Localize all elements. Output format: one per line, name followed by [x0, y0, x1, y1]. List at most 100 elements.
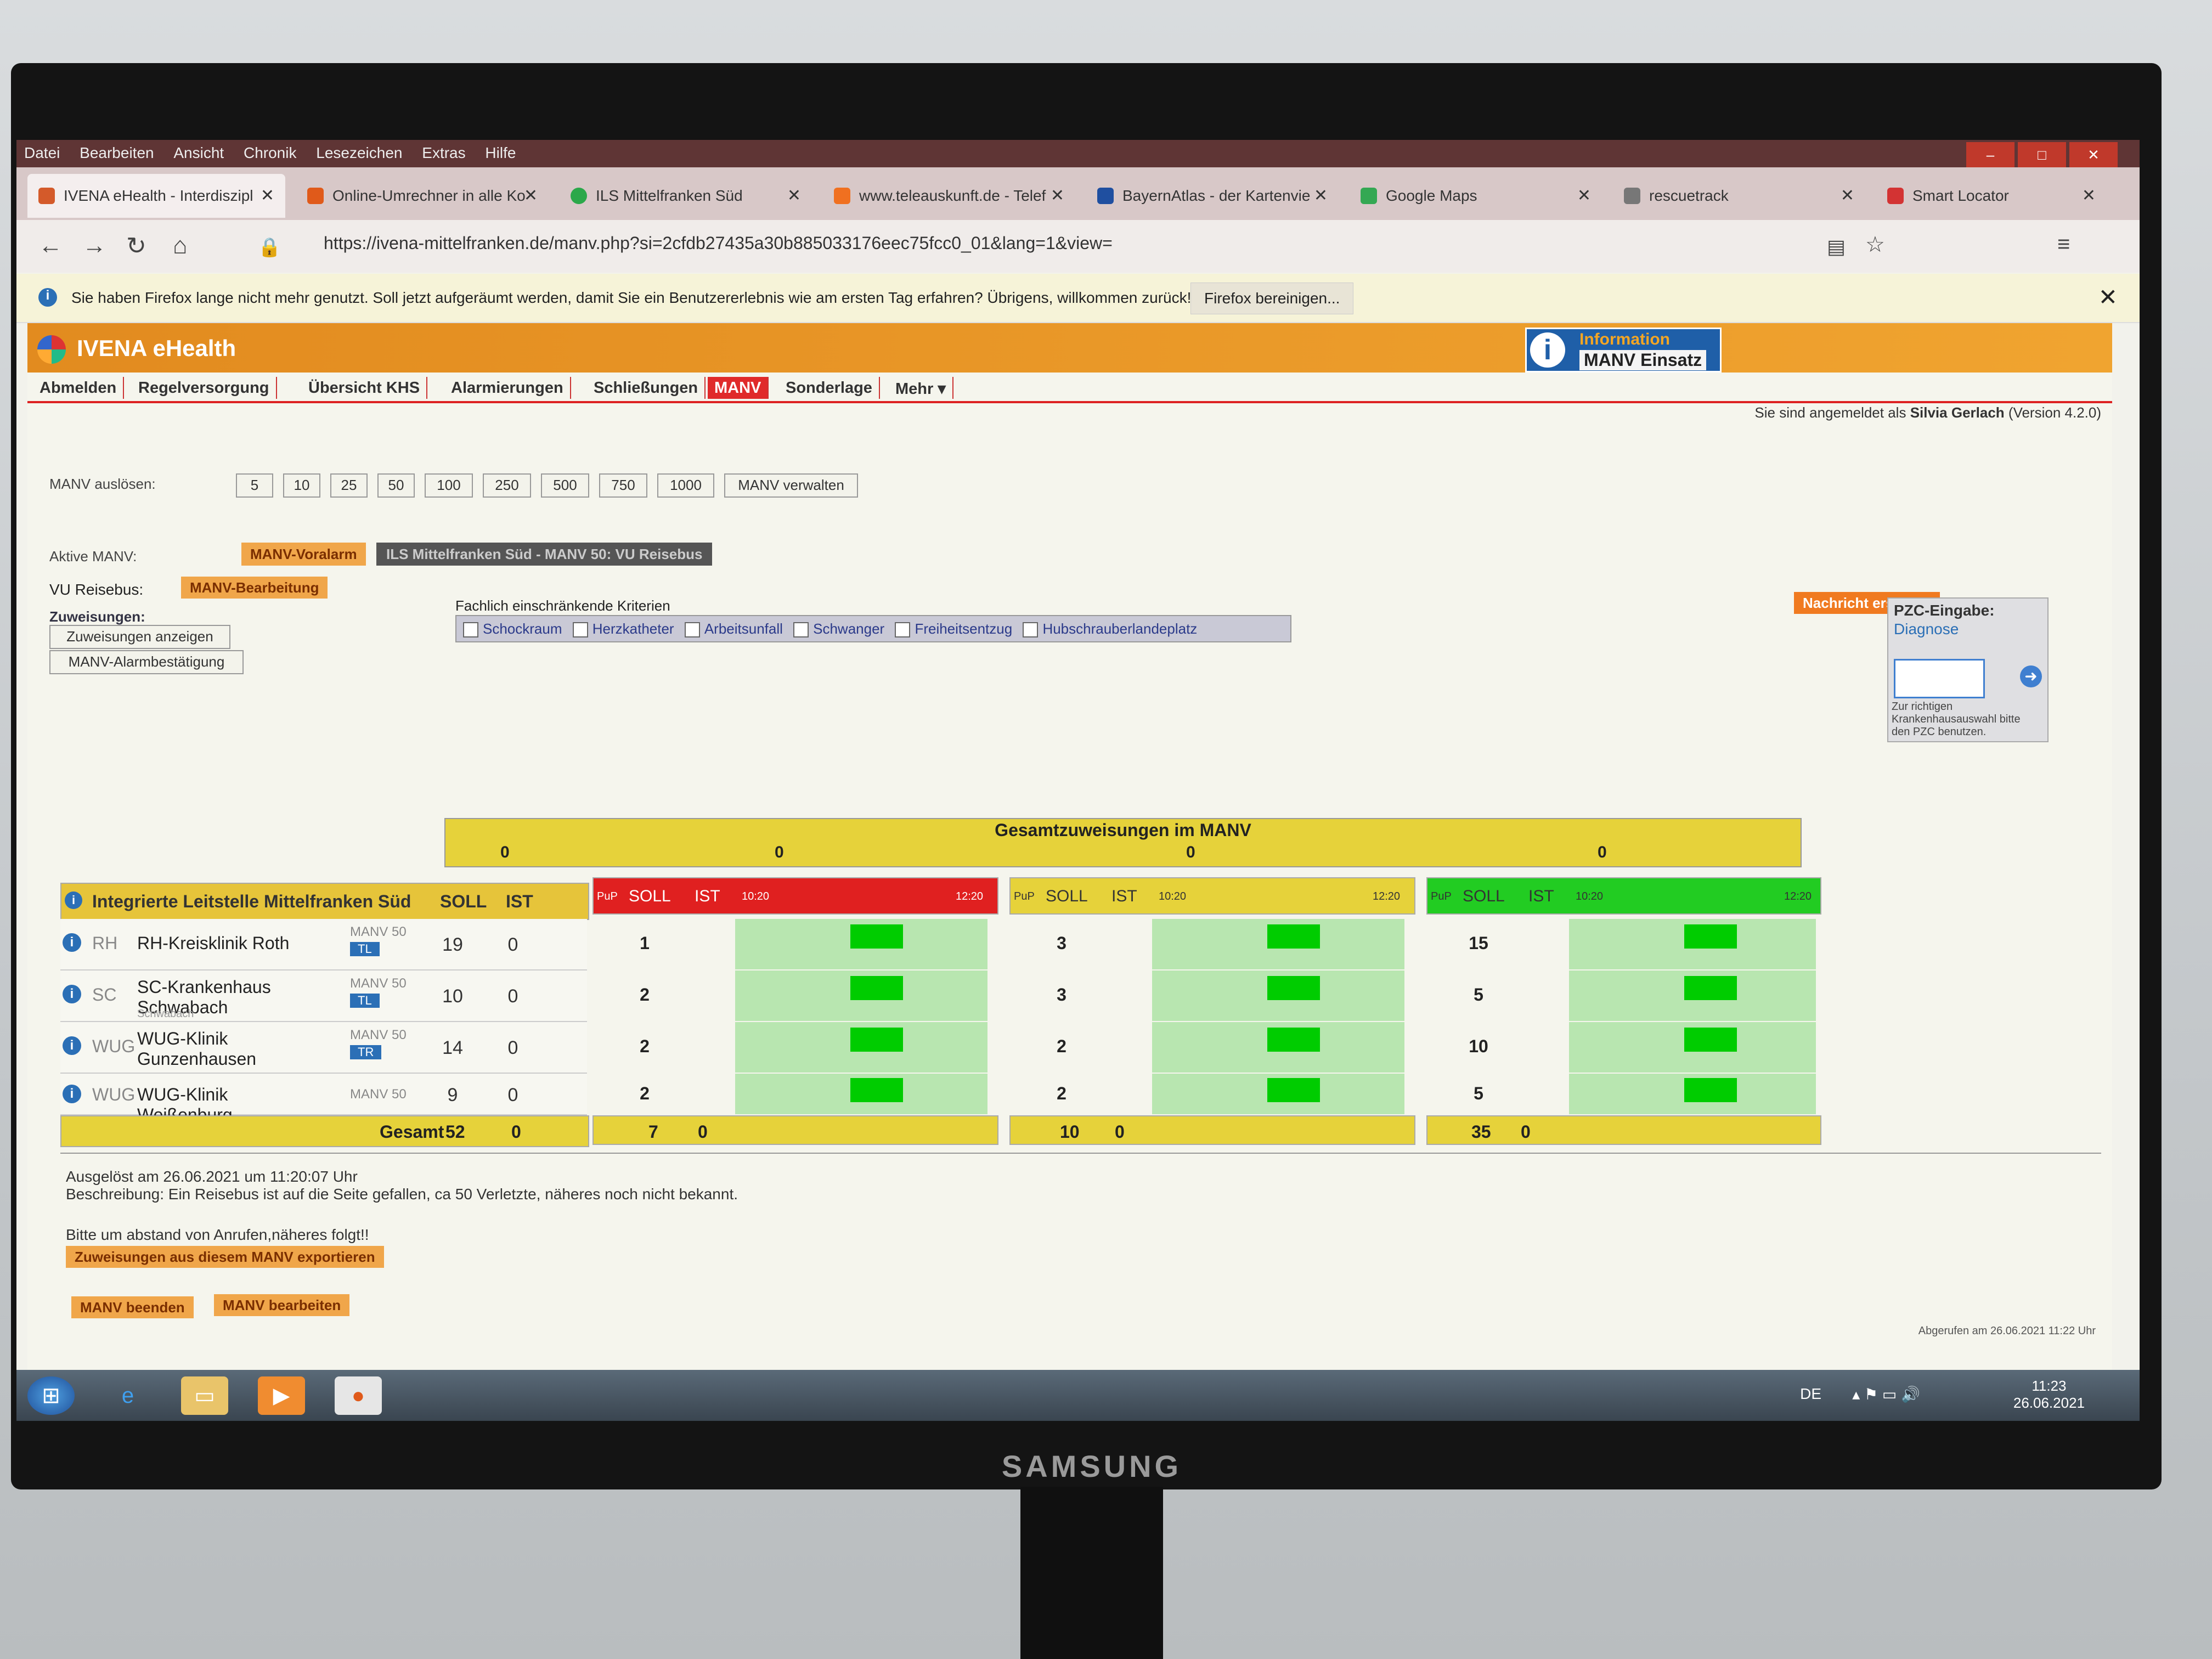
manv-beenden-button[interactable]: MANV beenden — [71, 1296, 194, 1318]
tab-ivena[interactable]: IVENA eHealth - Interdiszipl ✕ — [27, 174, 285, 218]
internet-explorer-icon[interactable]: e — [104, 1376, 151, 1415]
capacity-bar[interactable] — [1684, 924, 1737, 949]
tab-smart-locator[interactable]: Smart Locator ✕ — [1876, 174, 2107, 218]
checkbox-hubschrauberlandeplatz[interactable]: Hubschrauberlandeplatz — [1023, 620, 1197, 637]
capacity-bar[interactable] — [1684, 976, 1737, 1000]
manv-voralarm-button[interactable]: MANV-Voralarm — [241, 543, 366, 566]
manv-bearbeiten-button[interactable]: MANV bearbeiten — [214, 1294, 350, 1316]
capacity-bar[interactable] — [850, 924, 903, 949]
table-row[interactable]: i WUG WUG-Klinik Gunzenhausen MANV 50 TR… — [60, 1022, 587, 1074]
menu-schliessungen[interactable]: Schließungen — [587, 377, 706, 399]
menu-uebersicht-khs[interactable]: Übersicht KHS — [302, 377, 428, 399]
back-icon[interactable]: ← — [38, 232, 63, 259]
media-player-icon[interactable]: ▶ — [258, 1376, 305, 1415]
menu-extras[interactable]: Extras — [414, 140, 473, 162]
checkbox-schwanger[interactable]: Schwanger — [793, 620, 884, 637]
close-tab-icon[interactable]: ✕ — [2082, 186, 2096, 205]
minimize-icon[interactable]: – — [1966, 142, 2015, 167]
close-tab-icon[interactable]: ✕ — [524, 186, 538, 205]
tab-bayernatlas[interactable]: BayernAtlas - der Kartenvie ✕ — [1086, 174, 1339, 218]
zuweisungen-anzeigen-button[interactable]: Zuweisungen anzeigen — [49, 625, 230, 649]
capacity-bar[interactable] — [1684, 1078, 1737, 1102]
pzc-diagnose-link[interactable]: Diagnose — [1894, 620, 1959, 638]
menu-bearbeiten[interactable]: Bearbeiten — [72, 140, 161, 162]
tab-umrechner[interactable]: Online-Umrechner in alle Ko ✕ — [296, 174, 549, 218]
close-tab-icon[interactable]: ✕ — [787, 186, 801, 205]
information-box[interactable]: i Information MANV Einsatz — [1525, 328, 1722, 373]
capacity-bar[interactable] — [850, 1078, 903, 1102]
export-button[interactable]: Zuweisungen aus diesem MANV exportieren — [66, 1246, 384, 1268]
tab-teleauskunft[interactable]: www.teleauskunft.de - Telef ✕ — [823, 174, 1075, 218]
capacity-bar[interactable] — [1267, 1078, 1320, 1102]
active-manv-tab[interactable]: ILS Mittelfranken Süd - MANV 50: VU Reis… — [376, 543, 713, 566]
capacity-bar[interactable] — [1267, 924, 1320, 949]
checkbox-arbeitsunfall[interactable]: Arbeitsunfall — [685, 620, 783, 637]
manv-5-button[interactable]: 5 — [236, 473, 273, 498]
checkbox-herzkatheter[interactable]: Herzkatheter — [573, 620, 674, 637]
url-bar[interactable]: https://ivena-mittelfranken.de/manv.php?… — [324, 233, 1113, 253]
close-tab-icon[interactable]: ✕ — [1841, 186, 1854, 205]
manv-1000-button[interactable]: 1000 — [657, 473, 714, 498]
close-tab-icon[interactable]: ✕ — [1314, 186, 1328, 205]
manv-25-button[interactable]: 25 — [330, 473, 368, 498]
menu-hamburger-icon[interactable]: ≡ — [2057, 232, 2070, 257]
close-window-icon[interactable]: ✕ — [2069, 142, 2118, 167]
checkbox-freiheitsentzug[interactable]: Freiheitsentzug — [895, 620, 1012, 637]
manv-10-button[interactable]: 10 — [283, 473, 320, 498]
info-icon[interactable]: i — [63, 985, 81, 1003]
manv-500-button[interactable]: 500 — [541, 473, 589, 498]
manv-250-button[interactable]: 250 — [483, 473, 531, 498]
pzc-input[interactable] — [1894, 659, 1985, 698]
close-tab-icon[interactable]: ✕ — [1577, 186, 1591, 205]
tab-rescuetrack[interactable]: rescuetrack ✕ — [1613, 174, 1865, 218]
manv-verwalten-button[interactable]: MANV verwalten — [724, 473, 858, 498]
checkbox-schockraum[interactable]: Schockraum — [463, 620, 562, 637]
info-icon[interactable]: i — [63, 1036, 81, 1055]
menu-datei[interactable]: Datei — [16, 140, 67, 162]
table-row[interactable]: i WUG WUG-Klinik Weißenburg MANV 50 9 0 — [60, 1074, 587, 1125]
menu-mehr[interactable]: Mehr ▾ — [889, 377, 953, 399]
close-tab-icon[interactable]: ✕ — [1051, 186, 1064, 205]
table-row[interactable]: i RH RH-Kreisklinik Roth MANV 50 TL 19 0 — [60, 919, 587, 970]
tab-ils[interactable]: ILS Mittelfranken Süd ✕ — [560, 174, 812, 218]
capacity-bar[interactable] — [1267, 976, 1320, 1000]
maximize-icon[interactable]: □ — [2018, 142, 2066, 167]
menu-chronik[interactable]: Chronik — [236, 140, 304, 162]
home-icon[interactable]: ⌂ — [173, 232, 188, 259]
capacity-bar[interactable] — [850, 976, 903, 1000]
menu-abmelden[interactable]: Abmelden — [33, 377, 125, 399]
info-icon[interactable]: i — [65, 891, 82, 909]
arrow-right-icon[interactable]: ➜ — [2020, 665, 2042, 687]
menu-ansicht[interactable]: Ansicht — [166, 140, 232, 162]
menu-lesezeichen[interactable]: Lesezeichen — [308, 140, 410, 162]
reader-icon[interactable]: ▤ — [1827, 235, 1846, 258]
close-notice-icon[interactable]: ✕ — [2098, 284, 2118, 311]
forward-icon[interactable]: → — [82, 232, 106, 259]
menu-manv[interactable]: MANV — [708, 377, 769, 399]
manv-50-button[interactable]: 50 — [377, 473, 415, 498]
firefox-icon[interactable]: ● — [335, 1376, 382, 1415]
reload-icon[interactable]: ↻ — [126, 232, 146, 260]
capacity-bar[interactable] — [1267, 1028, 1320, 1052]
tab-google-maps[interactable]: Google Maps ✕ — [1350, 174, 1602, 218]
info-icon[interactable]: i — [63, 1085, 81, 1103]
manv-bearbeitung-button[interactable]: MANV-Bearbeitung — [181, 577, 328, 599]
clock[interactable]: 11:23 26.06.2021 — [2013, 1378, 2085, 1412]
capacity-bar[interactable] — [1684, 1028, 1737, 1052]
info-icon[interactable]: i — [63, 933, 81, 952]
menu-alarmierungen[interactable]: Alarmierungen — [444, 377, 571, 399]
menu-regelversorgung[interactable]: Regelversorgung — [132, 377, 277, 399]
file-explorer-icon[interactable]: ▭ — [181, 1376, 228, 1415]
table-row[interactable]: i SC SC-Krankenhaus Schwabach Schwabach … — [60, 970, 587, 1022]
manv-alarmbestaetigung-button[interactable]: MANV-Alarmbestätigung — [49, 650, 244, 674]
manv-750-button[interactable]: 750 — [599, 473, 647, 498]
tray-icons[interactable]: ▴ ⚑ ▭ 🔊 — [1852, 1385, 1920, 1403]
menu-hilfe[interactable]: Hilfe — [477, 140, 523, 162]
language-indicator[interactable]: DE — [1800, 1385, 1821, 1403]
menu-sonderlage[interactable]: Sonderlage — [779, 377, 880, 399]
close-tab-icon[interactable]: ✕ — [261, 186, 274, 205]
bookmark-star-icon[interactable]: ☆ — [1865, 232, 1885, 257]
capacity-bar[interactable] — [850, 1028, 903, 1052]
manv-100-button[interactable]: 100 — [425, 473, 473, 498]
firefox-refresh-button[interactable]: Firefox bereinigen... — [1190, 283, 1354, 314]
